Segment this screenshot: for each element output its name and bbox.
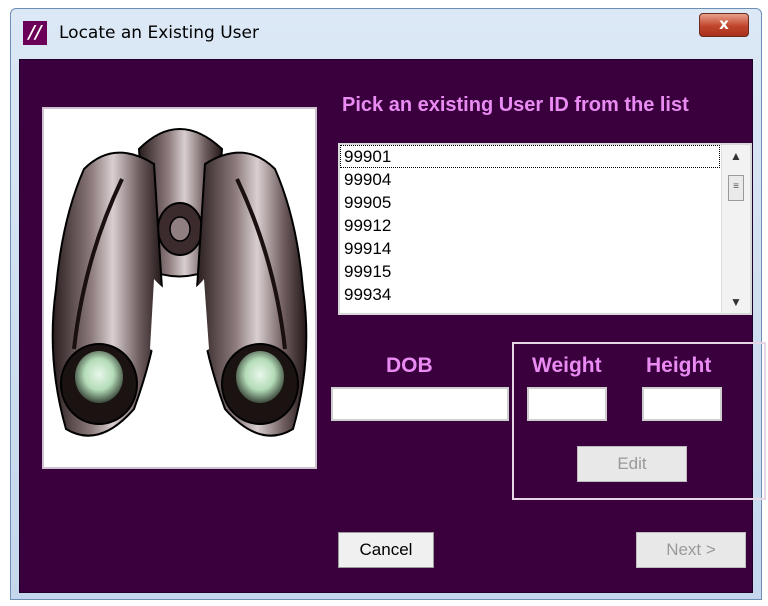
arrow-down-icon[interactable]: ▼ — [722, 291, 750, 313]
user-id-list[interactable]: 99901 99904 99905 99912 99914 99915 99934 ▲ ≡ … — [338, 143, 752, 315]
list-item[interactable]: 99915 — [340, 260, 750, 283]
weight-field[interactable] — [527, 387, 607, 421]
cancel-button[interactable]: Cancel — [338, 532, 434, 568]
height-label: Height — [646, 354, 712, 377]
height-field[interactable] — [642, 387, 722, 421]
binoculars-icon — [51, 128, 308, 437]
dob-field[interactable] — [331, 387, 509, 421]
scroll-thumb[interactable]: ≡ — [728, 175, 744, 201]
edit-button[interactable]: Edit — [577, 446, 687, 482]
weight-label: Weight — [532, 354, 602, 377]
list-item[interactable]: 99904 — [340, 168, 750, 191]
list-scrollbar[interactable]: ▲ ≡ ▼ — [721, 145, 750, 313]
list-item[interactable]: 99914 — [340, 237, 750, 260]
dob-label: DOB — [386, 354, 433, 377]
dialog-body: Pick an existing User ID from the list 9… — [19, 59, 766, 593]
user-id-items: 99901 99904 99905 99912 99914 99915 99934 — [340, 145, 750, 306]
binoculars-image — [42, 107, 317, 469]
list-item[interactable]: 99912 — [340, 214, 750, 237]
list-item[interactable]: 99934 — [340, 283, 750, 306]
list-item[interactable]: 99901 — [340, 145, 720, 168]
next-button[interactable]: Next > — [636, 532, 746, 568]
arrow-up-icon[interactable]: ▲ — [722, 145, 750, 167]
close-button[interactable]: x — [699, 13, 749, 37]
dialog-window: // Locate an Existing User x Pick an exi… — [10, 8, 766, 600]
list-item[interactable]: 99905 — [340, 191, 750, 214]
title-bar[interactable]: // Locate an Existing User x — [11, 9, 761, 59]
window-title: Locate an Existing User — [59, 23, 259, 43]
instruction-text: Pick an existing User ID from the list — [342, 94, 689, 116]
app-icon: // — [23, 21, 47, 45]
